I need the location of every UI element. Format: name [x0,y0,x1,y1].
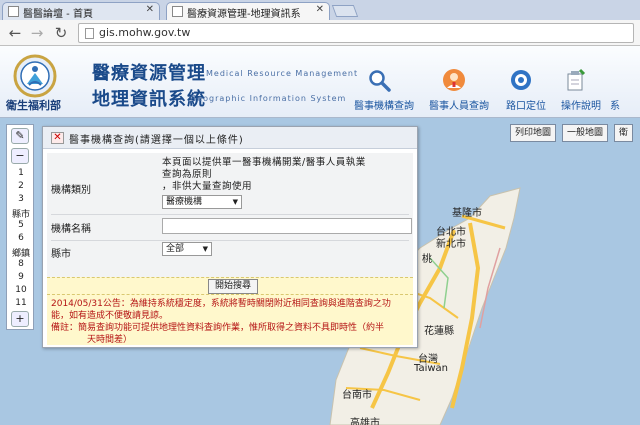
name-label: 機構名稱 [51,224,91,235]
zoom-out-icon[interactable]: − [11,148,29,164]
browser-tabstrip: 醫醫論壇 - 首頁 ✕ 醫療資源管理-地理資訊系 ✕ [0,0,640,20]
address-bar[interactable]: gis.mohw.gov.tw [78,23,634,43]
close-icon[interactable]: ✕ [51,132,64,144]
zoom-level[interactable]: 9 [7,272,35,282]
page-favicon-icon [172,6,183,17]
browser-tab-gis[interactable]: 醫療資源管理-地理資訊系 ✕ [166,2,330,20]
dropdown-arrow-icon: ▼ [232,198,238,206]
facility-query-panel: ✕ 醫事機構查詢(請選擇一個以上條件) 機構類別 本頁面以提供單一醫事機構開業/… [42,126,418,348]
zoom-level[interactable]: 3 [7,194,35,204]
magnifier-icon [369,70,391,92]
panel-header: ✕ 醫事機構查詢(請選擇一個以上條件) [43,127,417,149]
zoom-level[interactable]: 11 [7,298,35,308]
zoom-in-icon[interactable]: + [11,311,29,327]
map-label-keelung: 基隆市 [452,208,482,219]
tab-title: 醫醫論壇 - 首頁 [23,9,93,20]
map-tool-icon[interactable]: ✎ [11,128,29,144]
close-icon[interactable]: ✕ [316,4,324,15]
map-label-kaohsiung: 高雄市 [350,418,380,425]
notice-line: 能，如有造成不便敬請見諒。 [51,311,169,321]
facility-name-input[interactable] [162,218,412,234]
print-map-button[interactable]: 列印地圖 [510,124,557,142]
selected-value: 全部 [166,244,185,254]
map-label-tainan: 台南市 [342,390,372,401]
nav-label: 醫事機構查詢 [354,101,414,112]
zoom-level[interactable]: 6 [7,233,35,243]
description-line: 本頁面以提供單一醫事機構開業/醫事人員執業 [162,157,366,168]
zoom-level-township[interactable]: 鄉鎮 [7,246,35,259]
description-line: 查詢為原則 [162,169,213,180]
url-text: gis.mohw.gov.tw [99,26,191,39]
browser-tab-forum[interactable]: 醫醫論壇 - 首頁 ✕ [2,2,160,20]
locate-icon [511,70,531,90]
site-title-en-2: Geographic Information System [190,94,347,103]
start-search-button[interactable]: 開始搜尋 [208,279,259,294]
facility-type-select[interactable]: 醫療機構 ▼ [162,195,242,209]
map-label-taoyuan: 桃 [422,254,432,265]
back-arrow-icon[interactable]: ← [6,24,24,42]
zoom-level[interactable]: 5 [7,220,35,230]
map-label-taiwan-en: Taiwan [414,363,449,374]
ministry-logo-icon [13,54,57,98]
zoom-bar: ✎ − 1 2 3 縣市 5 6 鄉鎮 8 9 10 11 + [6,124,34,330]
map-label-new-taipei: 新北市 [436,239,466,250]
normal-map-button[interactable]: 一般地圖 [562,124,609,142]
zoom-level[interactable]: 10 [7,285,35,295]
notice-line: 2014/05/31公告：為維持系統穩定度，系統將暫時關閉附近相同查詢與進階查詢… [51,299,391,309]
browser-toolbar: ← → ↻ gis.mohw.gov.tw [0,20,640,46]
zoom-level[interactable]: 1 [7,168,35,178]
map-label-hualien: 花蓮縣 [424,326,454,337]
nav-facility-search[interactable]: 醫事機構查詢 [343,46,425,118]
help-icon [567,68,586,91]
zoom-level[interactable]: 8 [7,259,35,269]
zoom-level[interactable]: 2 [7,181,35,191]
announcement: 2014/05/31公告：為維持系統穩定度，系統將暫時關閉附近相同查詢與進階查詢… [47,295,413,345]
notice-line: 天時間差） [87,335,133,345]
selected-value: 醫療機構 [166,197,203,207]
type-label: 機構類別 [51,185,91,196]
medical-staff-icon [443,69,465,91]
usage-description: 本頁面以提供單一醫事機構開業/醫事人員執業 查詢為原則 ，非供大量查詢使用 [162,157,408,193]
site-header: 衛生福利部 醫療資源管理 Medical Resource Management… [0,46,640,118]
site-title-en-1: Medical Resource Management [206,69,359,78]
nav-system[interactable]: 系 [600,46,640,118]
dropdown-arrow-icon: ▼ [202,245,208,253]
reload-icon[interactable]: ↻ [52,24,70,42]
site-title-zh-1: 醫療資源管理 [92,63,206,84]
divider [51,240,409,241]
tab-title: 醫療資源管理-地理資訊系 [187,9,301,20]
search-bar: 開始搜尋 [47,277,413,295]
page-icon [85,28,94,39]
site-title-zh-2: 地理資訊系統 [92,89,206,110]
query-form: 機構類別 本頁面以提供單一醫事機構開業/醫事人員執業 查詢為原則 ，非供大量查詢… [47,153,413,277]
forward-arrow-icon[interactable]: → [28,24,46,42]
notice-line: 備註：簡易查詢功能可提供地理性資料查詢作業，惟所取得之資料不具即時性（約半 [51,323,385,333]
page-favicon-icon [8,6,19,17]
description-line: ，非供大量查詢使用 [162,181,253,192]
nav-label: 系 [610,101,620,112]
close-icon[interactable]: ✕ [146,4,154,15]
ministry-name: 衛生福利部 [6,99,61,112]
city-label: 縣市 [51,249,71,260]
divider [51,214,409,215]
new-tab-button[interactable] [331,5,359,17]
city-select[interactable]: 全部 ▼ [162,242,212,256]
panel-title: 醫事機構查詢(請選擇一個以上條件) [69,135,244,146]
zoom-level-county[interactable]: 縣市 [7,207,35,220]
map-layer-button[interactable]: 衛 [614,124,634,142]
